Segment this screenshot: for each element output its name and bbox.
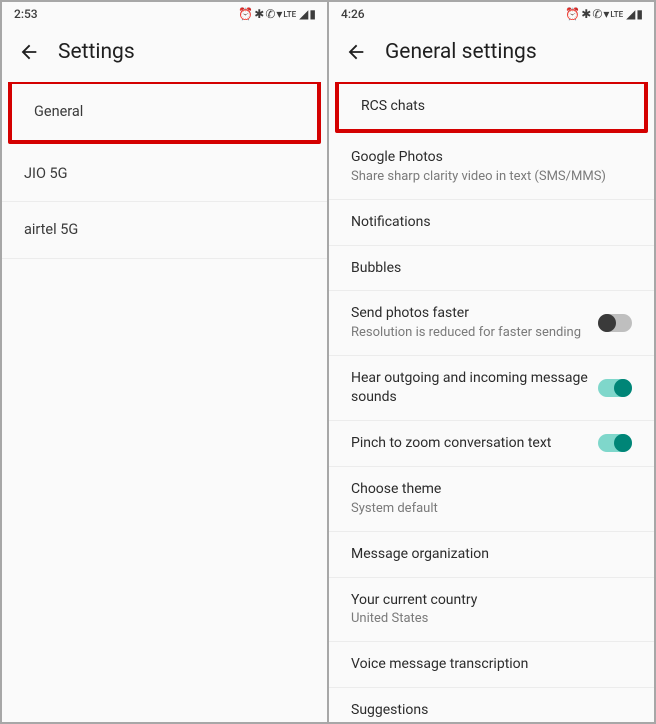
list-item-label: JIO 5G — [24, 164, 305, 184]
status-bar: 2:53 ⏰ ✱ ✆ ▾ LTE ◢ ▮ — [2, 2, 327, 26]
toggle-send-photos-faster[interactable] — [598, 314, 632, 332]
list-item-label: Choose theme — [351, 480, 632, 499]
page-title: Settings — [58, 40, 135, 64]
list-item-sim-airtel[interactable]: airtel 5G — [2, 202, 327, 259]
list-item-label: Pinch to zoom conversation text — [351, 434, 588, 453]
status-time: 4:26 — [341, 7, 365, 21]
signal-icon: ◢ — [299, 7, 307, 21]
list-item-send-photos-faster[interactable]: Send photos faster Resolution is reduced… — [329, 291, 654, 356]
scroll-fade — [329, 716, 654, 722]
list-item-bubbles[interactable]: Bubbles — [329, 246, 654, 292]
back-icon[interactable] — [345, 41, 367, 63]
status-icons: ⏰ ✱ ✆ ▾ LTE ◢ ▮ — [565, 7, 642, 21]
status-time: 2:53 — [14, 7, 38, 21]
list-item-notifications[interactable]: Notifications — [329, 200, 654, 246]
list-item-voice-transcription[interactable]: Voice message transcription — [329, 642, 654, 688]
list-item-subtitle: Share sharp clarity video in text (SMS/M… — [351, 169, 632, 186]
list-item-label: Google Photos — [351, 148, 632, 167]
bluetooth-icon: ✱ — [254, 7, 263, 21]
list-item-label: airtel 5G — [24, 220, 305, 240]
battery-icon: ▮ — [309, 7, 315, 21]
list-item-subtitle: United States — [351, 611, 632, 628]
list-item-sim-jio[interactable]: JIO 5G — [2, 146, 327, 203]
settings-list: General JIO 5G airtel 5G — [2, 82, 327, 722]
lte-icon: LTE — [283, 10, 296, 19]
alarm-icon: ⏰ — [565, 7, 579, 21]
page-title: General settings — [385, 40, 537, 64]
alarm-icon: ⏰ — [238, 7, 252, 21]
call-icon: ✆ — [265, 7, 274, 21]
bluetooth-icon: ✱ — [581, 7, 590, 21]
toggle-message-sounds[interactable] — [598, 379, 632, 397]
list-item-message-organization[interactable]: Message organization — [329, 532, 654, 578]
list-item-pinch-zoom[interactable]: Pinch to zoom conversation text — [329, 421, 654, 467]
list-item-google-photos[interactable]: Google Photos Share sharp clarity video … — [329, 135, 654, 200]
list-item-label: Your current country — [351, 591, 632, 610]
list-item-choose-theme[interactable]: Choose theme System default — [329, 467, 654, 532]
list-item-general[interactable]: General — [8, 82, 321, 144]
toggle-pinch-zoom[interactable] — [598, 434, 632, 452]
lte-icon: LTE — [610, 10, 623, 19]
signal-icon: ◢ — [626, 7, 634, 21]
appbar: General settings — [329, 26, 654, 82]
list-item-label: Notifications — [351, 213, 632, 232]
list-item-subtitle: System default — [351, 501, 632, 518]
list-item-label: General — [34, 102, 295, 122]
wifi-icon: ▾ — [276, 7, 281, 21]
wifi-icon: ▾ — [603, 7, 608, 21]
list-item-current-country[interactable]: Your current country United States — [329, 578, 654, 643]
status-icons: ⏰ ✱ ✆ ▾ LTE ◢ ▮ — [238, 7, 315, 21]
list-item-label: Hear outgoing and incoming message sound… — [351, 369, 588, 407]
list-item-label: Send photos faster — [351, 304, 588, 323]
appbar: Settings — [2, 26, 327, 82]
list-item-label: Message organization — [351, 545, 632, 564]
call-icon: ✆ — [592, 7, 601, 21]
back-icon[interactable] — [18, 41, 40, 63]
general-settings-list: RCS chats Google Photos Share sharp clar… — [329, 82, 654, 722]
list-item-message-sounds[interactable]: Hear outgoing and incoming message sound… — [329, 356, 654, 421]
list-item-label: Voice message transcription — [351, 655, 632, 674]
list-item-label: Bubbles — [351, 259, 632, 278]
battery-icon: ▮ — [636, 7, 642, 21]
phone-screen-general-settings: 4:26 ⏰ ✱ ✆ ▾ LTE ◢ ▮ General settings RC… — [329, 2, 654, 722]
list-item-rcs-chats[interactable]: RCS chats — [335, 82, 648, 133]
status-bar: 4:26 ⏰ ✱ ✆ ▾ LTE ◢ ▮ — [329, 2, 654, 26]
list-item-label: RCS chats — [361, 97, 622, 116]
list-item-subtitle: Resolution is reduced for faster sending — [351, 325, 588, 342]
phone-screen-settings: 2:53 ⏰ ✱ ✆ ▾ LTE ◢ ▮ Settings General JI… — [2, 2, 327, 722]
